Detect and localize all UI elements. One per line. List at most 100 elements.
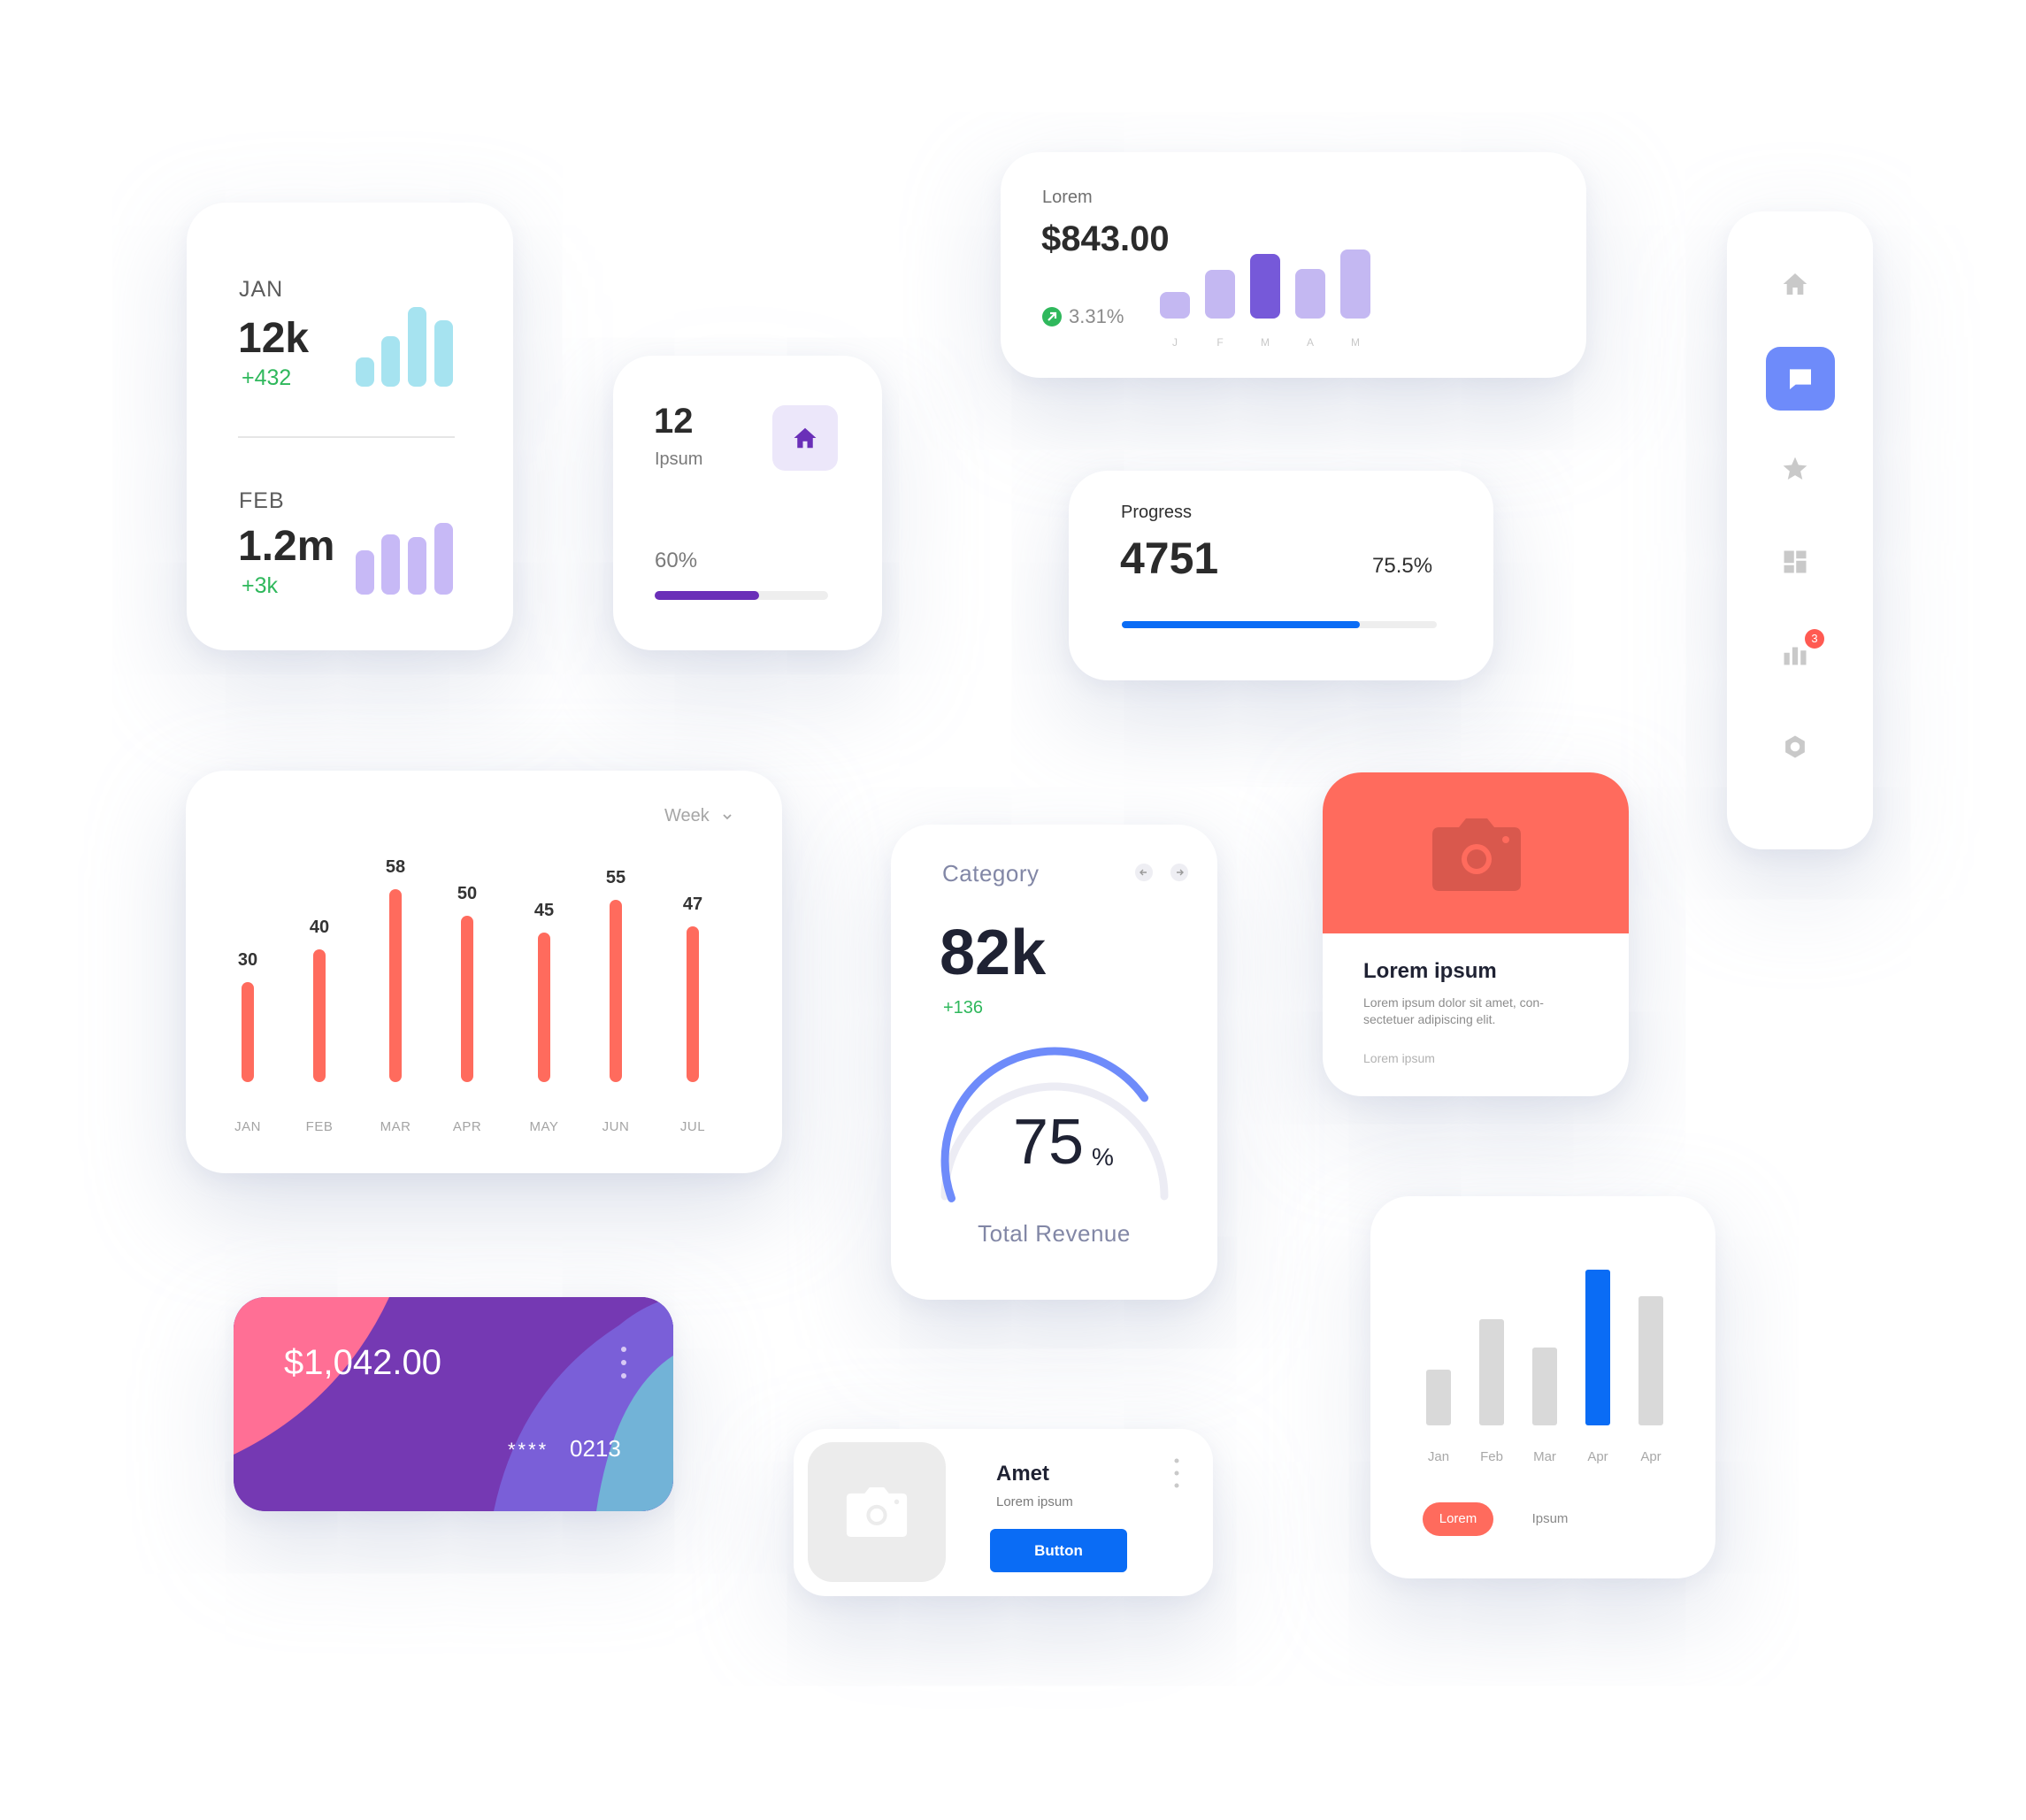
lorem-month-label: M	[1351, 336, 1360, 349]
category-title: Category	[942, 860, 1040, 887]
gauge-caption: Total Revenue	[978, 1220, 1131, 1247]
article-body-line-2: sectetuer adipiscing elit.	[1363, 1012, 1496, 1026]
home-icon	[794, 427, 817, 449]
lorem-revenue-card: Lorem $843.00 3.31% J F M A M	[1001, 152, 1586, 378]
chat-icon	[1790, 369, 1811, 389]
notification-badge: 3	[1805, 629, 1824, 649]
amet-subtitle: Lorem ipsum	[996, 1494, 1073, 1509]
week-bar-value: 30	[237, 950, 258, 970]
week-bar	[610, 900, 622, 1082]
week-bar-value: 55	[605, 868, 626, 887]
week-bar-value: 47	[682, 895, 703, 914]
small-month-label: Feb	[1480, 1449, 1503, 1464]
trend-up-icon	[1042, 307, 1062, 326]
small-bar	[1638, 1296, 1663, 1425]
dashboard-icon	[1784, 550, 1807, 573]
lorem-label: Lorem	[1042, 188, 1093, 207]
small-bar	[1426, 1370, 1451, 1425]
camera-icon	[846, 1487, 908, 1537]
week-month-label: JUN	[602, 1119, 630, 1134]
week-bar	[389, 889, 402, 1082]
small-month-label: Apr	[1640, 1449, 1661, 1464]
feb-bar	[434, 523, 453, 595]
amet-menu-icon[interactable]	[1174, 1458, 1179, 1488]
week-bar-value: 58	[385, 857, 406, 877]
week-bar-value: 40	[309, 918, 330, 937]
week-bar-value: 50	[457, 884, 478, 903]
legend-ipsum-toggle[interactable]: Ipsum	[1510, 1502, 1590, 1536]
sidebar-item-dashboard[interactable]	[1782, 549, 1808, 580]
sidebar-item-chat[interactable]	[1766, 347, 1835, 411]
article-image	[1323, 772, 1629, 933]
week-month-label: FEB	[305, 1119, 334, 1134]
ipsum-stat-card: 12 Ipsum 60%	[613, 356, 882, 650]
legend-lorem-toggle[interactable]: Lorem	[1423, 1502, 1493, 1536]
arrow-right-icon	[1177, 869, 1184, 876]
ipsum-label: Ipsum	[655, 449, 703, 469]
arrow-left-icon	[1140, 869, 1147, 876]
category-card: Category 82k +136 75 % Total Revenue	[891, 825, 1217, 1300]
week-dropdown[interactable]: Week	[664, 806, 733, 826]
small-month-label: Jan	[1427, 1449, 1450, 1464]
ipsum-progress-fill	[655, 591, 759, 600]
sidebar-item-stats[interactable]	[1782, 641, 1808, 672]
card-menu-icon[interactable]	[620, 1345, 627, 1380]
credit-card[interactable]: $1,042.00 **** 0213	[234, 1297, 673, 1511]
progress-title: Progress	[1121, 503, 1193, 522]
weekly-bar-chart-card: Week 30 JAN 40 FEB 58 MAR 50 APR 45 MAY 55 JUN 47 JUL	[186, 771, 782, 1173]
chart-icon	[1784, 647, 1807, 665]
category-delta: +136	[943, 998, 984, 1018]
small-bar	[1585, 1270, 1610, 1425]
progress-card: Progress 4751 75.5%	[1069, 471, 1493, 680]
sidebar-item-settings[interactable]	[1782, 733, 1808, 764]
week-bar	[538, 933, 550, 1082]
home-icon-button[interactable]	[772, 405, 838, 471]
article-body-line-1: Lorem ipsum dolor sit amet, con-	[1363, 995, 1544, 1010]
ipsum-percent: 60%	[655, 549, 698, 572]
card-background-art	[234, 1297, 673, 1511]
feb-bar	[356, 550, 374, 595]
lorem-month-label: A	[1306, 336, 1314, 349]
jan-month-label: JAN	[239, 277, 284, 302]
feb-bar	[381, 534, 400, 595]
lorem-bar	[1160, 292, 1190, 319]
article-footer: Lorem ipsum	[1363, 1051, 1435, 1065]
progress-track	[1122, 621, 1437, 628]
card-masked-digits: ****	[508, 1439, 549, 1461]
week-month-label: JAN	[234, 1119, 261, 1134]
article-title: Lorem ipsum	[1363, 959, 1497, 983]
week-bar	[687, 926, 699, 1082]
ipsum-progress-track	[655, 591, 828, 600]
sidebar-item-star[interactable]	[1781, 455, 1809, 488]
week-month-label: JUL	[679, 1119, 706, 1134]
small-bar	[1532, 1348, 1557, 1425]
prev-arrow-button[interactable]	[1135, 864, 1153, 881]
amet-action-button[interactable]: Button	[990, 1529, 1127, 1572]
next-arrow-button[interactable]	[1170, 864, 1188, 881]
amet-thumbnail	[808, 1442, 946, 1582]
feb-value: 1.2m	[238, 523, 335, 570]
camera-icon	[1432, 818, 1521, 891]
home-icon	[1783, 273, 1807, 295]
ipsum-value: 12	[654, 402, 694, 441]
gauge-unit: %	[1092, 1143, 1114, 1171]
monthly-stats-card: JAN 12k +432 FEB 1.2m +3k	[187, 203, 513, 650]
week-month-label: APR	[452, 1119, 482, 1134]
feb-delta: +3k	[242, 573, 279, 598]
monthly-bar-chart-card: Jan Feb Mar Apr Apr Lorem Ipsum	[1370, 1196, 1715, 1578]
lorem-bar	[1340, 250, 1370, 319]
settings-icon	[1785, 735, 1805, 758]
sidebar-item-home[interactable]	[1781, 270, 1809, 303]
jan-value: 12k	[238, 315, 310, 362]
jan-bar	[434, 320, 453, 387]
week-dropdown-label: Week	[664, 806, 710, 826]
lorem-month-label: F	[1216, 336, 1224, 349]
progress-percent: 75.5%	[1372, 554, 1433, 578]
article-card[interactable]: Lorem ipsum Lorem ipsum dolor sit amet, …	[1323, 772, 1629, 1096]
chevron-down-icon	[723, 814, 732, 819]
card-last4: 0213	[570, 1435, 621, 1462]
week-bar-value: 45	[533, 901, 555, 920]
amet-title: Amet	[996, 1462, 1050, 1486]
lorem-amount: $843.00	[1041, 219, 1170, 258]
icon-sidebar: 3	[1727, 211, 1873, 849]
